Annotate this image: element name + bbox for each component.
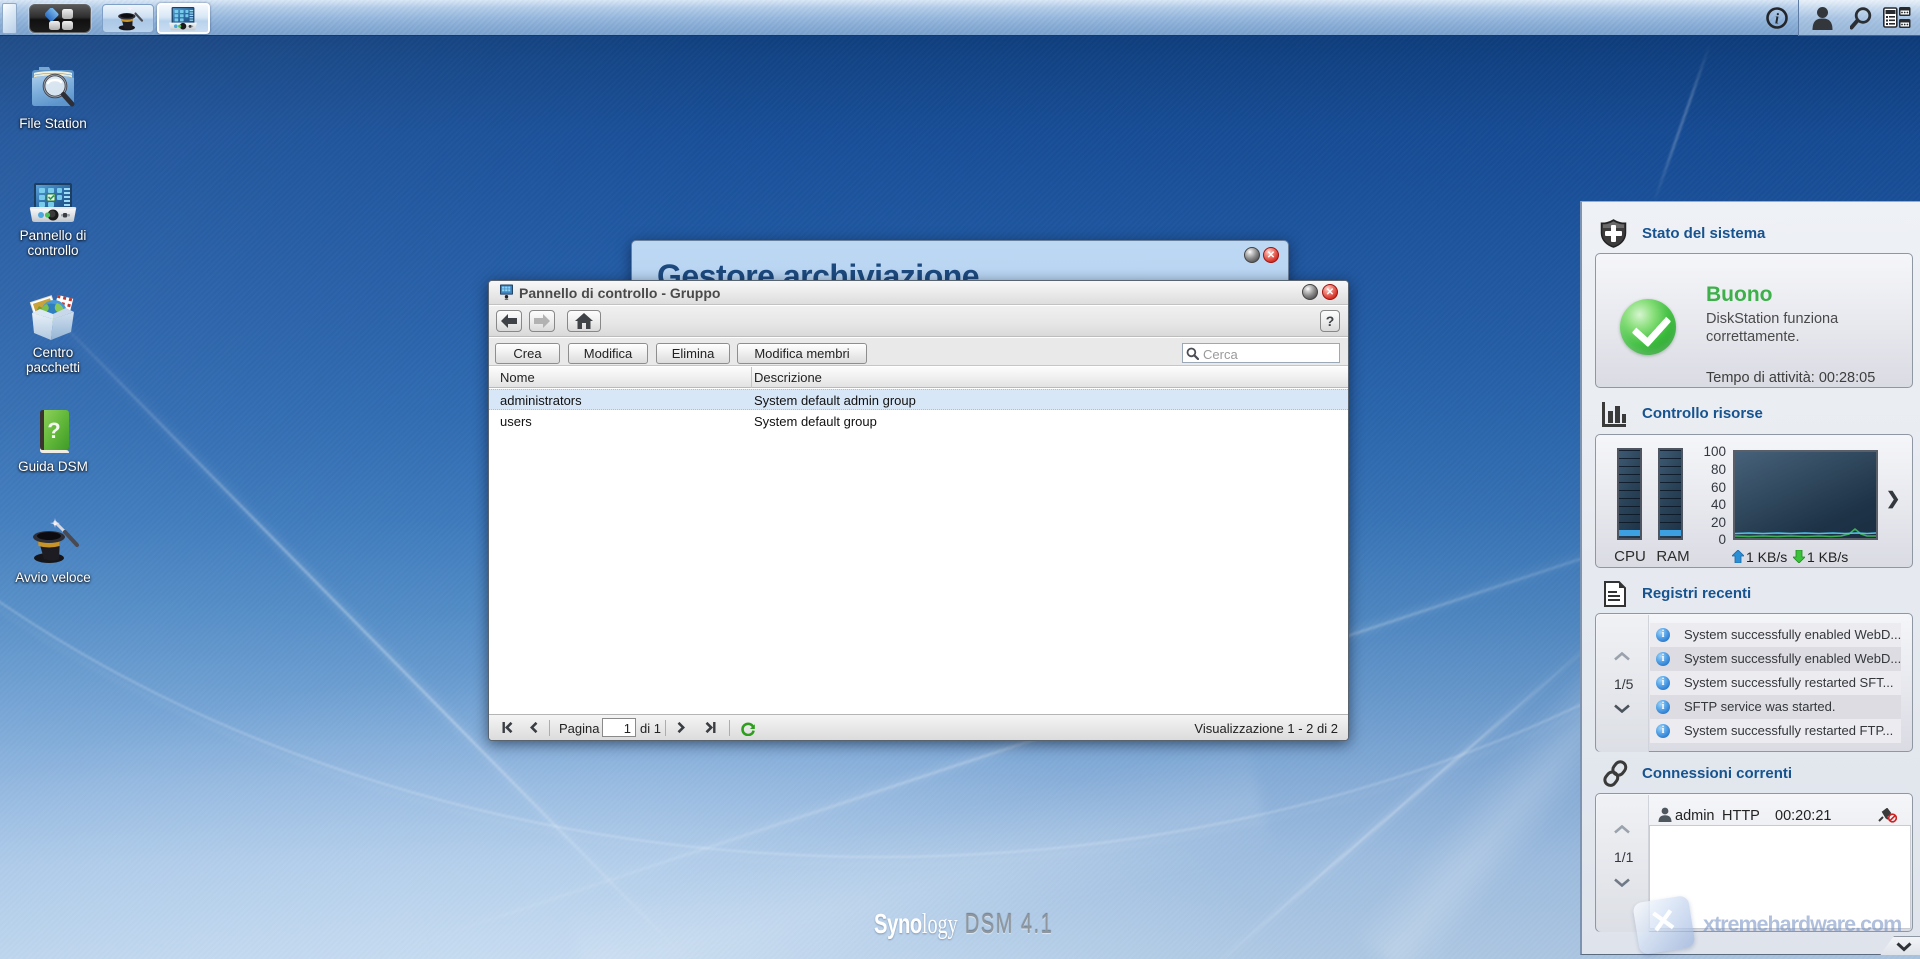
svg-text:i: i — [1775, 12, 1780, 28]
svg-text:?: ? — [47, 418, 60, 443]
